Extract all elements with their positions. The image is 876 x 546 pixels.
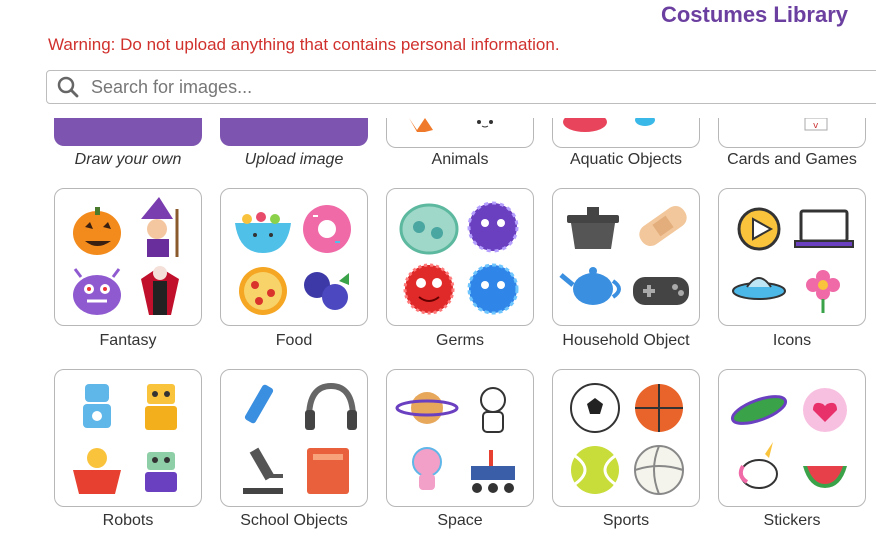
witch-icon <box>141 197 179 257</box>
category-card-animals[interactable] <box>386 118 534 148</box>
pizza-icon <box>239 267 287 315</box>
tile-label-food: Food <box>275 332 313 349</box>
soccer-ball-icon <box>570 383 620 433</box>
pink-alien-icon <box>412 447 442 490</box>
watermelon-sticker-icon <box>803 466 847 488</box>
tile-label-stickers: Stickers <box>763 512 821 529</box>
unicorn-sticker-icon <box>738 442 778 489</box>
category-card-robots[interactable] <box>54 369 202 507</box>
category-card-aquatic-objects[interactable] <box>552 118 700 148</box>
tile-label-household-object: Household Object <box>562 332 690 349</box>
pot-icon <box>567 207 619 249</box>
playing-card-icon: v <box>804 118 828 131</box>
category-card-cards-and-games[interactable]: v <box>718 118 866 148</box>
blueberries-icon <box>304 272 349 310</box>
donut-icon <box>303 205 351 253</box>
tile-label-sports: Sports <box>602 512 650 529</box>
tile-label-upload-image: Upload image <box>244 151 344 168</box>
basketball-icon <box>635 384 683 432</box>
ufo-icon <box>732 277 786 300</box>
purple-germ-icon <box>467 201 519 253</box>
microscope-icon <box>243 447 283 494</box>
search-bar[interactable] <box>46 70 876 104</box>
purple-monster-icon <box>73 268 121 315</box>
laptop-icon <box>794 209 854 248</box>
tile-label-robots: Robots <box>102 512 154 529</box>
flower-icon <box>806 270 840 313</box>
privacy-warning: Warning: Do not upload anything that con… <box>48 35 560 54</box>
tile-label-aquatic-objects: Aquatic Objects <box>569 151 683 168</box>
green-robot-icon <box>145 452 177 492</box>
heart-sticker-icon <box>803 388 847 432</box>
pen-icon <box>244 384 274 424</box>
category-card-fantasy[interactable] <box>54 188 202 326</box>
tile-label-fantasy: Fantasy <box>99 332 157 349</box>
category-card-household-object[interactable] <box>552 188 700 326</box>
blue-robot-icon <box>83 384 111 428</box>
tile-label-space: Space <box>437 512 483 529</box>
pumpkin-icon <box>73 207 121 255</box>
play-button-icon <box>737 207 781 251</box>
category-card-sports[interactable] <box>552 369 700 507</box>
tile-label-school-objects: School Objects <box>240 512 348 529</box>
tile-label-animals: Animals <box>431 151 489 168</box>
green-germ-icon <box>399 203 459 255</box>
svg-text:v: v <box>813 121 819 131</box>
vampire-icon <box>141 266 179 315</box>
volleyball-icon <box>634 445 684 495</box>
teapot-icon <box>559 267 621 305</box>
category-card-icons[interactable] <box>718 188 866 326</box>
fox-icon <box>409 118 433 132</box>
bandage-icon <box>639 206 687 246</box>
spaceship-sticker-icon <box>730 395 788 425</box>
red-robot-icon <box>73 448 121 494</box>
saturn-icon <box>395 392 459 424</box>
search-input[interactable] <box>89 75 876 99</box>
tile-label-icons: Icons <box>772 332 812 349</box>
category-card-food[interactable] <box>220 188 368 326</box>
headphones-icon <box>305 382 357 430</box>
astronaut-icon <box>480 387 506 433</box>
book-icon <box>307 448 349 494</box>
tile-label-germs: Germs <box>436 332 484 349</box>
fish-icon <box>635 118 655 126</box>
category-card-school-objects[interactable] <box>220 369 368 507</box>
red-germ-icon <box>403 263 455 315</box>
search-icon <box>55 74 81 100</box>
yellow-robot-icon <box>145 384 177 430</box>
library-title: Costumes Library <box>660 2 848 27</box>
tennis-ball-icon <box>571 446 619 494</box>
game-controller-icon <box>633 277 689 305</box>
category-card-space[interactable] <box>386 369 534 507</box>
blue-germ-icon <box>467 263 519 315</box>
jellyfish-icon <box>563 118 607 132</box>
mars-rover-icon <box>471 450 515 493</box>
draw-your-own-tile[interactable] <box>54 118 202 146</box>
category-card-germs[interactable] <box>386 188 534 326</box>
cereal-bowl-icon <box>235 212 291 253</box>
category-card-stickers[interactable] <box>718 369 866 507</box>
cat-icon <box>477 120 493 128</box>
tile-label-draw-your-own: Draw your own <box>74 151 182 168</box>
tile-label-cards-and-games: Cards and Games <box>727 151 857 168</box>
upload-image-tile[interactable] <box>220 118 368 146</box>
